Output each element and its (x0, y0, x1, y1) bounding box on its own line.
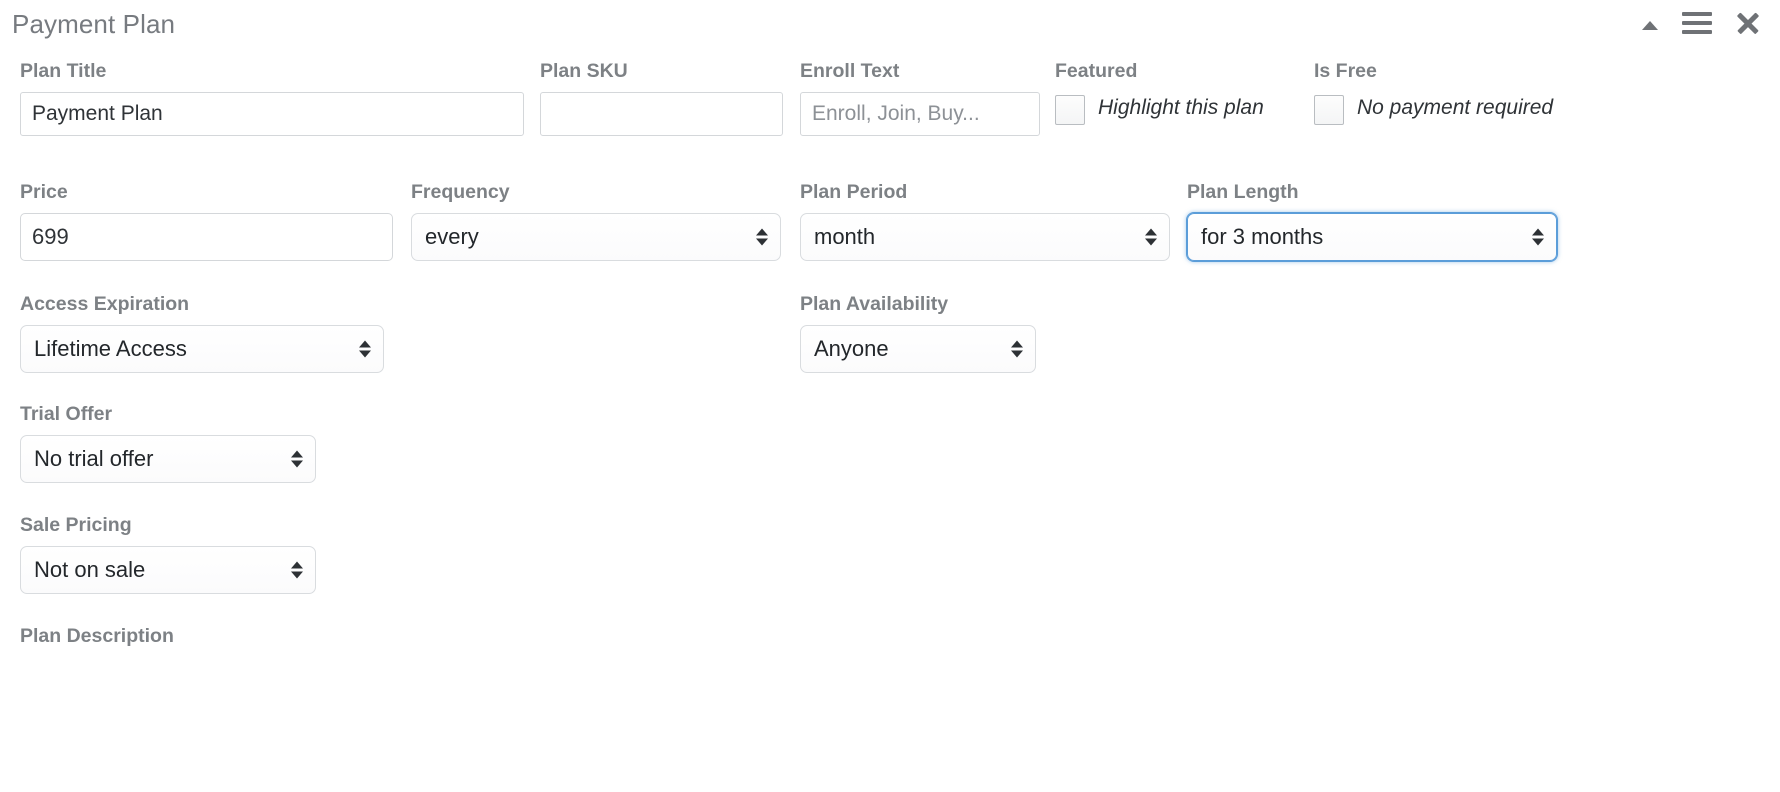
field-plan-title: Plan Title (20, 58, 524, 136)
plan-sku-label: Plan SKU (540, 60, 628, 82)
field-access-expiration: Access Expiration Lifetime Access (20, 291, 384, 373)
plan-sku-input[interactable] (540, 92, 783, 136)
field-enroll-text: Enroll Text (800, 58, 1040, 136)
is-free-check-row: No payment required (1314, 92, 1564, 125)
collapse-triangle-icon[interactable] (1640, 13, 1660, 33)
field-plan-availability: Plan Availability Anyone (800, 291, 1036, 373)
enroll-text-label: Enroll Text (800, 60, 900, 82)
field-price: Price (20, 179, 393, 261)
field-frequency: Frequency every (411, 179, 781, 261)
field-plan-length: Plan Length for 3 months (1187, 179, 1557, 261)
plan-length-label: Plan Length (1187, 181, 1299, 203)
frequency-label: Frequency (411, 181, 510, 203)
form-row-3: Access Expiration Lifetime Access Plan A… (12, 291, 1768, 401)
is-free-checkbox-label: No payment required (1357, 96, 1554, 119)
plan-title-label: Plan Title (20, 60, 107, 82)
field-plan-period: Plan Period month (800, 179, 1170, 261)
field-trial-offer: Trial Offer No trial offer (20, 401, 316, 483)
sale-pricing-label: Sale Pricing (20, 514, 132, 536)
form-row-2: Price Frequency every Plan Period month … (12, 179, 1768, 291)
trial-offer-select-value: No trial offer (20, 435, 316, 483)
featured-check-row: Highlight this plan (1055, 92, 1300, 125)
form-row-4: Trial Offer No trial offer (12, 401, 1768, 512)
field-plan-sku: Plan SKU (540, 58, 783, 136)
form-row-5: Sale Pricing Not on sale (12, 512, 1768, 623)
price-label: Price (20, 181, 68, 203)
hamburger-menu-icon[interactable] (1682, 11, 1712, 35)
featured-label: Featured (1055, 60, 1138, 82)
plan-availability-select-value: Anyone (800, 325, 1036, 373)
featured-checkbox[interactable] (1055, 95, 1085, 125)
plan-title-input[interactable] (20, 92, 524, 136)
access-expiration-select[interactable]: Lifetime Access (20, 325, 384, 373)
plan-availability-label: Plan Availability (800, 293, 949, 315)
payment-plan-panel: Payment Plan Plan Title Plan SKU Enroll … (0, 0, 1780, 792)
plan-length-select[interactable]: for 3 months (1187, 213, 1557, 261)
plan-period-select-value: month (800, 213, 1170, 261)
form-row-1: Plan Title Plan SKU Enroll Text Featured… (12, 58, 1768, 166)
sale-pricing-select[interactable]: Not on sale (20, 546, 316, 594)
featured-checkbox-label: Highlight this plan (1098, 96, 1264, 119)
close-icon[interactable] (1734, 9, 1762, 37)
access-expiration-select-value: Lifetime Access (20, 325, 384, 373)
field-sale-pricing: Sale Pricing Not on sale (20, 512, 316, 594)
plan-availability-select[interactable]: Anyone (800, 325, 1036, 373)
plan-length-select-value: for 3 months (1187, 213, 1557, 261)
page-title: Payment Plan (12, 9, 176, 39)
enroll-text-input[interactable] (800, 92, 1040, 136)
trial-offer-select[interactable]: No trial offer (20, 435, 316, 483)
price-input[interactable] (20, 213, 393, 261)
plan-description-label: Plan Description (20, 625, 174, 647)
field-is-free: Is Free No payment required (1314, 58, 1564, 125)
plan-period-select[interactable]: month (800, 213, 1170, 261)
sale-pricing-select-value: Not on sale (20, 546, 316, 594)
panel-header: Payment Plan (10, 0, 1770, 58)
plan-period-label: Plan Period (800, 181, 908, 203)
trial-offer-label: Trial Offer (20, 403, 113, 425)
access-expiration-label: Access Expiration (20, 293, 190, 315)
is-free-label: Is Free (1314, 60, 1377, 82)
frequency-select-value: every (411, 213, 781, 261)
payment-plan-form: Plan Title Plan SKU Enroll Text Featured… (10, 58, 1770, 649)
frequency-select[interactable]: every (411, 213, 781, 261)
form-row-6: Plan Description (12, 623, 1768, 649)
is-free-checkbox[interactable] (1314, 95, 1344, 125)
field-featured: Featured Highlight this plan (1055, 58, 1300, 125)
header-actions (1640, 9, 1762, 37)
